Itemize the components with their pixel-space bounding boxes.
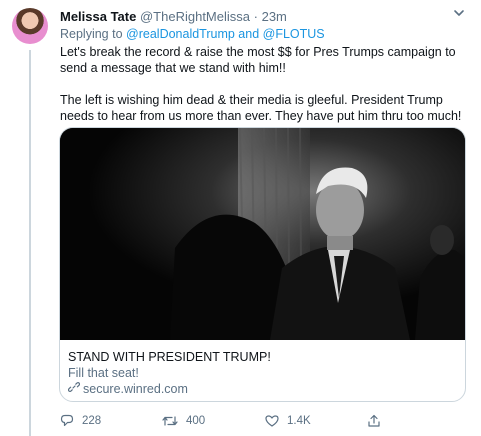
tweet-header: Melissa Tate @TheRightMelissa · 23m (60, 9, 287, 24)
share-button[interactable] (367, 413, 381, 429)
retweet-icon (162, 414, 178, 428)
reply-mentions[interactable]: @realDonaldTrump and @FLOTUS (126, 27, 325, 41)
heart-icon (265, 414, 279, 428)
link-icon (67, 381, 81, 397)
replying-to: Replying to @realDonaldTrump and @FLOTUS (60, 27, 325, 41)
share-icon (367, 414, 381, 428)
tweet-text: Let's break the record & raise the most … (60, 44, 470, 124)
thread-line (29, 50, 31, 436)
link-card[interactable]: STAND WITH PRESIDENT TRUMP! Fill that se… (59, 127, 466, 402)
tweet-text-paragraph: The left is wishing him dead & their med… (60, 93, 462, 123)
author-name[interactable]: Melissa Tate (60, 9, 136, 24)
tweet[interactable]: Melissa Tate @TheRightMelissa · 23m Repl… (0, 0, 481, 436)
tweet-timestamp[interactable]: 23m (262, 9, 287, 24)
card-description: Fill that seat! (68, 366, 139, 380)
reply-icon (60, 414, 74, 428)
avatar[interactable] (12, 8, 48, 44)
retweet-count: 400 (186, 415, 206, 427)
tweet-text-paragraph: Let's break the record & raise the most … (60, 45, 456, 75)
card-domain: secure.winred.com (67, 381, 458, 397)
card-domain-text: secure.winred.com (83, 382, 188, 396)
reply-button[interactable]: 228 (60, 413, 101, 429)
retweet-button[interactable]: 400 (162, 413, 205, 429)
reply-count: 228 (82, 415, 102, 427)
card-image (60, 128, 465, 340)
card-title: STAND WITH PRESIDENT TRUMP! (68, 350, 271, 364)
author-handle[interactable]: @TheRightMelissa (140, 9, 250, 24)
like-count: 1.4K (287, 415, 311, 427)
card-text: STAND WITH PRESIDENT TRUMP! Fill that se… (67, 349, 458, 397)
tweet-actions: 228 400 1.4K (60, 413, 470, 429)
header-separator: · (253, 9, 258, 24)
like-button[interactable]: 1.4K (265, 413, 311, 429)
replying-to-label: Replying to (60, 27, 123, 41)
chevron-down-icon[interactable] (452, 6, 466, 20)
